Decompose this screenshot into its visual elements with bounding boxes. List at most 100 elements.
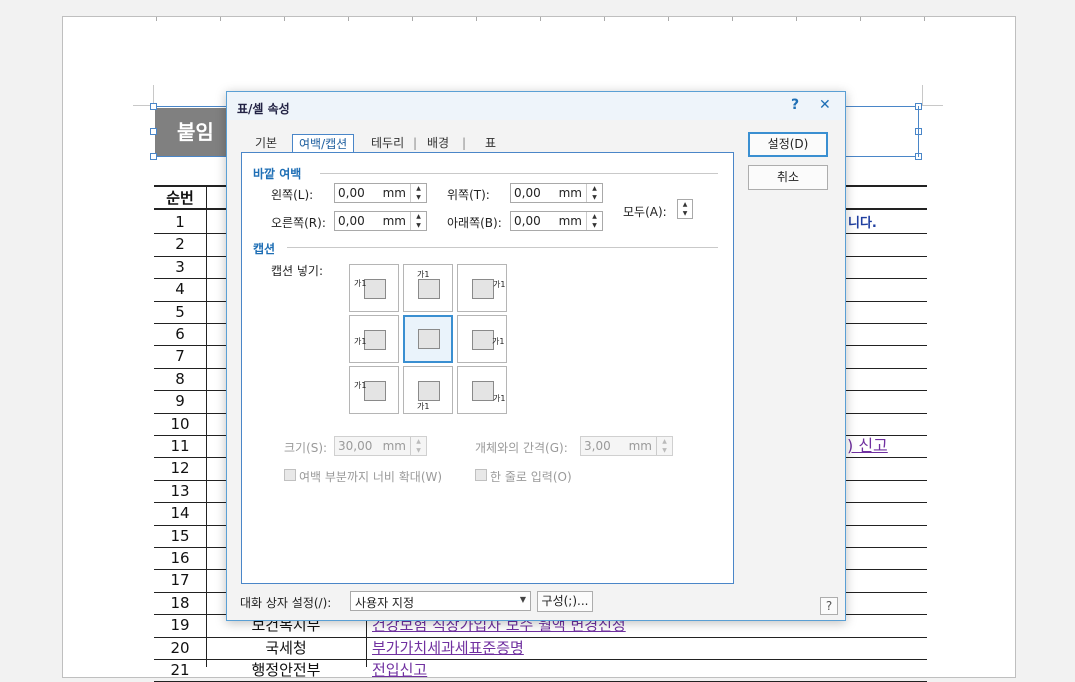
top-margin-field[interactable]: 0,00 mm ▲ ▼ [510,183,603,203]
ruler-tick [860,17,861,21]
left-margin-label: 왼쪽(L): [271,188,314,202]
ok-button[interactable]: 설정(D) [748,132,828,157]
unit-label: mm [558,186,582,200]
expand-width-label: 여백 부분까지 너비 확대(W) [299,470,443,484]
column-divider [206,187,207,667]
single-line-checkbox[interactable] [475,469,487,481]
spin-arrows-icon[interactable]: ▲ ▼ [410,437,426,455]
row-number-cell: 4 [175,280,185,299]
section-divider [287,247,718,248]
object-placeholder-icon [364,381,386,401]
unit-label: mm [382,439,406,453]
row-number-cell: 19 [170,616,190,635]
resize-handle[interactable] [150,153,157,160]
resize-handle[interactable] [150,128,157,135]
bottom-margin-value: 0,00 [514,214,541,228]
dialog-settings-combo[interactable]: 사용자 지정 ▼ [350,591,531,611]
row-number-cell: 8 [175,369,185,388]
close-button[interactable]: ✕ [819,97,831,113]
margin-caption-panel: 바깥 여백 왼쪽(L): 0,00 mm ▲ ▼ 위쪽(T): 0,00 mm ▲… [241,152,734,584]
row-number-cell: 12 [170,459,190,478]
cancel-button[interactable]: 취소 [748,165,828,190]
size-value: 30,00 [338,439,373,453]
table-cell-properties-dialog: 표/셀 속성 ? ✕ 기본 여백/캡션 테두리 | 배경 | 표 바깥 여백 왼… [226,91,846,621]
resize-handle[interactable] [150,103,157,110]
ruler-tick [540,17,541,21]
unit-label: mm [382,186,406,200]
ruler-tick [476,17,477,21]
top-margin-value: 0,00 [514,186,541,200]
caption-glyph: 가1 [354,337,367,346]
all-margin-spinner[interactable]: ▲ ▼ [677,199,693,219]
left-margin-value: 0,00 [338,186,365,200]
right-margin-label: 오른쪽(R): [271,216,326,230]
tab-basic[interactable]: 기본 [255,134,277,153]
top-margin-label: 위쪽(T): [447,188,490,202]
caption-glyph: 가1 [492,337,505,346]
caption-position-option[interactable]: 가1 [457,366,507,414]
caption-glyph: 가1 [354,279,367,288]
caption-position-option[interactable]: 가1 [349,366,399,414]
object-placeholder-icon [472,279,494,299]
tab-separator: | [413,136,418,150]
selection-outline [918,106,919,157]
object-placeholder-icon [364,330,386,350]
dialog-settings-value: 사용자 지정 [355,596,415,610]
section-divider [320,173,718,174]
object-placeholder-icon [418,279,440,299]
caption-position-option[interactable]: 가1 [457,264,507,312]
caption-position-option[interactable]: 가1 [349,264,399,312]
row-link-cell[interactable]: 부가가치세과세표준증명 [372,637,524,659]
row-number-cell: 3 [175,257,185,276]
spin-arrows-icon[interactable]: ▲ ▼ [586,212,602,230]
row-number-cell: 2 [175,235,185,254]
caption-position-option[interactable]: 가1 [349,315,399,363]
unit-label: mm [382,214,406,228]
row-number-cell: 14 [170,504,190,523]
tab-border[interactable]: 테두리 [371,134,404,153]
row-number-cell: 15 [170,526,190,545]
row-org-cell: 행정안전부 [251,661,321,679]
ruler-tick [796,17,797,21]
row-link-fragment[interactable]: ) 신고 [847,432,888,456]
spin-arrows-icon[interactable]: ▲ ▼ [410,212,426,230]
size-field[interactable]: 30,00 mm ▲ ▼ [334,436,427,456]
caption-position-option[interactable]: 가1 [403,366,453,414]
dialog-settings-label: 대화 상자 설정(/): [240,596,332,610]
help-icon[interactable]: ? [820,597,838,615]
tab-background[interactable]: 배경 [427,134,449,153]
caption-insert-label: 캡션 넣기: [271,264,324,278]
row-number-cell: 18 [170,593,190,612]
help-button[interactable]: ? [791,97,799,113]
unit-label: mm [558,214,582,228]
bottom-margin-field[interactable]: 0,00 mm ▲ ▼ [510,211,603,231]
caption-glyph: 가1 [354,381,367,390]
spin-arrows-icon[interactable]: ▲ ▼ [410,184,426,202]
tab-margin-caption[interactable]: 여백/캡션 [292,134,355,154]
expand-width-checkbox[interactable] [284,469,296,481]
caption-position-option[interactable]: 가1 [457,315,507,363]
spin-arrows-icon[interactable]: ▲ ▼ [656,437,672,455]
header-cell-num: 순번 [166,189,194,207]
object-placeholder-icon [364,279,386,299]
tab-table[interactable]: 표 [485,134,496,153]
gap-value: 3,00 [584,439,611,453]
row-link-cell[interactable]: 전입신고 [372,659,427,681]
spin-arrows-icon[interactable]: ▲ ▼ [678,200,692,218]
right-margin-value: 0,00 [338,214,365,228]
table-row: 20 국세청 부가가치세과세표준증명 [154,637,927,660]
row-number-cell: 1 [175,213,185,231]
size-label: 크기(S): [284,441,328,455]
right-margin-field[interactable]: 0,00 mm ▲ ▼ [334,211,427,231]
config-button[interactable]: 구성(;)... [537,591,593,612]
gap-field[interactable]: 3,00 mm ▲ ▼ [580,436,673,456]
spin-arrows-icon[interactable]: ▲ ▼ [586,184,602,202]
caption-glyph: 가1 [493,394,506,403]
caption-position-option[interactable]: 가1 [403,264,453,312]
ruler-tick [604,17,605,21]
left-margin-field[interactable]: 0,00 mm ▲ ▼ [334,183,427,203]
ruler-tick [284,17,285,21]
caption-glyph: 가1 [417,270,430,279]
caption-position-option[interactable] [403,315,453,363]
gap-label: 개체와의 간격(G): [475,441,568,455]
